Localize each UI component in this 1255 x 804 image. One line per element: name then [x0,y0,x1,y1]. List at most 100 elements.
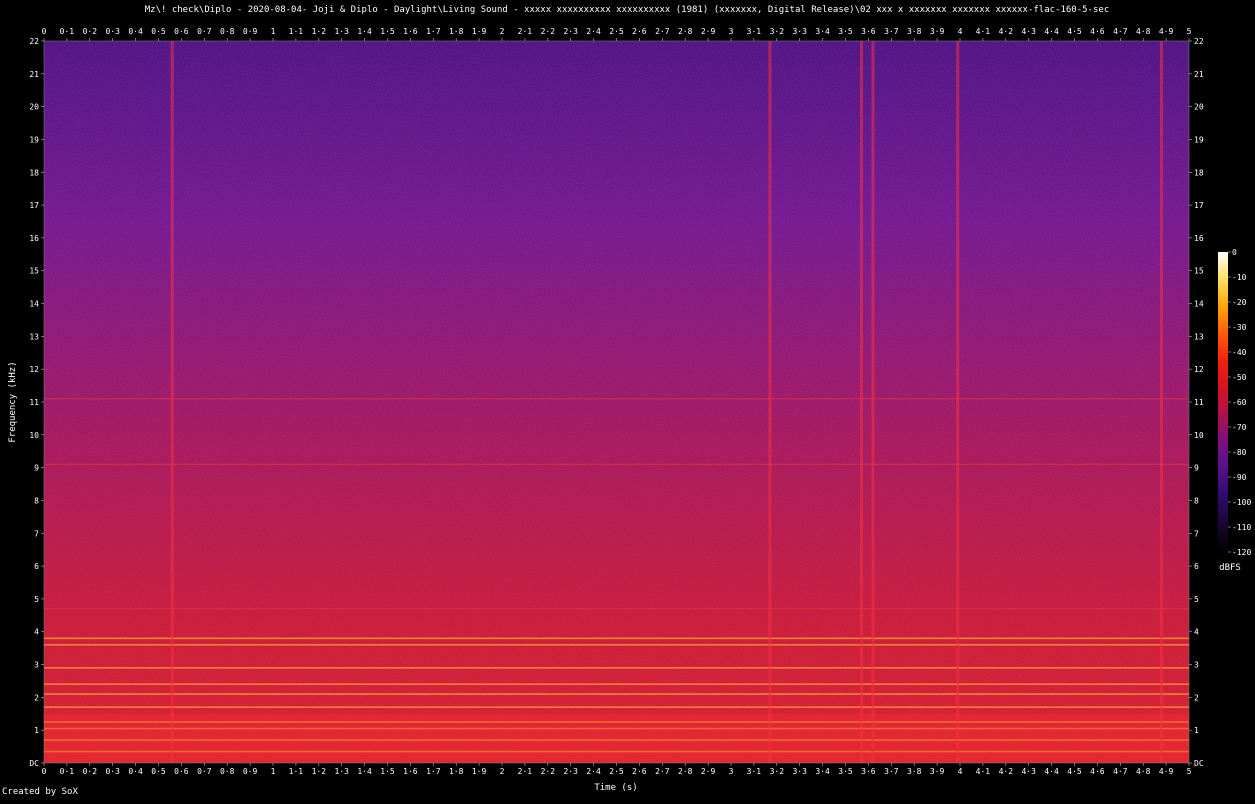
x-tick-label-top: 5 [1187,27,1192,36]
y-tick-label-left: 15 [29,267,39,276]
x-tick-label-top: 0·4 [128,27,143,36]
x-tick-label-bottom: 3·4 [815,767,830,776]
y-tick-label-right: 11 [1194,398,1204,407]
x-tick-label-top: 3·2 [770,27,785,36]
x-tick-label-bottom: 1·1 [289,767,304,776]
x-tick-label-bottom: 2·4 [586,767,601,776]
x-tick-label-top: 0·7 [197,27,212,36]
x-tick-label-bottom: 4·1 [976,767,991,776]
x-tick-label-top: 0·8 [220,27,235,36]
y-tick-label-right: 9 [1194,464,1199,473]
x-tick-label-bottom: 1·2 [312,767,327,776]
x-tick-label-bottom: 4·5 [1067,767,1082,776]
y-tick-label-right: 16 [1194,234,1204,243]
colorbar-tick-label: -20 [1232,298,1247,307]
x-tick-label-top: 2·4 [586,27,601,36]
x-tick-label-bottom: 1 [271,767,276,776]
y-tick-label-right: 18 [1194,168,1204,177]
x-tick-label-bottom: 4·9 [1159,767,1174,776]
y-tick-label-right: 21 [1194,70,1204,79]
x-tick-label-bottom: 2·5 [609,767,624,776]
x-tick-label-top: 4·2 [999,27,1014,36]
colorbar-tick-label: -110 [1232,523,1251,532]
y-tick-label-left: 16 [29,234,39,243]
x-tick-label-bottom: 0·9 [243,767,258,776]
y-axis-right: DC12345678910111213141516171819202122 [1189,37,1204,768]
colorbar-tick-label: -30 [1232,323,1247,332]
x-tick-label-top: 4·5 [1067,27,1082,36]
x-tick-label-bottom: 3 [729,767,734,776]
x-tick-label-top: 1·2 [312,27,327,36]
x-tick-label-top: 0·9 [243,27,258,36]
y-tick-label-left: DC [29,759,39,768]
y-tick-label-right: 15 [1194,267,1204,276]
x-tick-label-top: 0·1 [60,27,75,36]
y-tick-label-right: 2 [1194,693,1199,702]
x-tick-label-bottom: 2·3 [563,767,578,776]
x-tick-label-bottom: 4·7 [1113,767,1128,776]
x-tick-label-top: 1·9 [472,27,487,36]
x-tick-label-top: 3·9 [930,27,945,36]
x-tick-label-bottom: 4·8 [1136,767,1151,776]
y-tick-label-left: 17 [29,201,39,210]
y-tick-label-left: 8 [34,496,39,505]
y-tick-label-right: 6 [1194,562,1199,571]
x-tick-label-top: 2·5 [609,27,624,36]
colorbar: 0 -10 -20 -30 -40 -50 -60 -70 -80 -90 -100 -110 -120… [1218,248,1251,573]
x-tick-label-top: 3 [729,27,734,36]
y-tick-label-left: 13 [29,332,39,341]
x-tick-label-bottom: 1·6 [403,767,418,776]
x-tick-label-bottom: 1·9 [472,767,487,776]
colorbar-tick-label: 0 [1232,248,1237,257]
colorbar-label: dBFS [1219,563,1241,573]
x-tick-label-top: 1·1 [289,27,304,36]
chart-title: Mz\! check\Diplo - 2020-08-04- Joji & Di… [145,5,1110,15]
x-tick-label-bottom: 2·8 [678,767,693,776]
y-axis-label: Frequency (kHz) [8,361,18,442]
x-tick-label-top: 3·7 [884,27,899,36]
y-tick-label-left: 22 [29,37,39,46]
y-tick-label-left: 21 [29,70,39,79]
y-tick-label-right: 5 [1194,595,1199,604]
x-tick-label-top: 3·8 [907,27,922,36]
y-tick-label-right: 12 [1194,365,1204,374]
y-tick-label-left: 10 [29,431,39,440]
x-tick-label-bottom: 3·2 [770,767,785,776]
x-tick-label-top: 4·9 [1159,27,1174,36]
y-tick-label-left: 18 [29,168,39,177]
x-tick-label-bottom: 1·3 [334,767,349,776]
x-tick-label-top: 3·4 [815,27,830,36]
x-tick-label-top: 1·5 [380,27,395,36]
x-tick-label-top: 3·3 [792,27,807,36]
colorbar-tick-label: -60 [1232,398,1247,407]
x-tick-label-top: 2·9 [701,27,716,36]
x-tick-label-bottom: 0·4 [128,767,143,776]
x-axis-top: 0 0·1 0·2 0·3 0·4 0·5 0·6 0·7 0·8 0·9 1 1·1 1·2 1·3 1·… [42,27,1192,41]
x-tick-label-bottom: 1·8 [449,767,464,776]
x-tick-label-top: 4·8 [1136,27,1151,36]
x-tick-label-bottom: 4·6 [1090,767,1105,776]
colorbar-tick-label: -10 [1232,273,1247,282]
x-tick-label-top: 2 [500,27,505,36]
y-tick-label-right: 17 [1194,201,1204,210]
x-tick-label-top: 1 [271,27,276,36]
y-tick-label-right: 3 [1194,661,1199,670]
x-tick-label-top: 3·6 [861,27,876,36]
y-tick-label-right: 13 [1194,332,1204,341]
x-tick-label-bottom: 0·5 [151,767,166,776]
colorbar-tick-label: -40 [1232,348,1247,357]
x-tick-label-bottom: 3·7 [884,767,899,776]
y-axis-left: DC12345678910111213141516171819202122 [29,37,44,768]
x-tick-label-bottom: 0·2 [83,767,98,776]
colorbar-tick-label: -70 [1232,423,1247,432]
y-tick-label-right: 22 [1194,37,1204,46]
y-tick-label-left: 6 [34,562,39,571]
x-tick-label-bottom: 2 [500,767,505,776]
x-tick-label-bottom: 2·9 [701,767,716,776]
y-tick-label-right: 20 [1194,103,1204,112]
x-tick-label-bottom: 0·3 [105,767,120,776]
x-tick-label-top: 1·3 [334,27,349,36]
x-tick-label-top: 2·1 [518,27,533,36]
colorbar-tick-label: -120 [1232,548,1251,557]
x-tick-label-bottom: 3·6 [861,767,876,776]
